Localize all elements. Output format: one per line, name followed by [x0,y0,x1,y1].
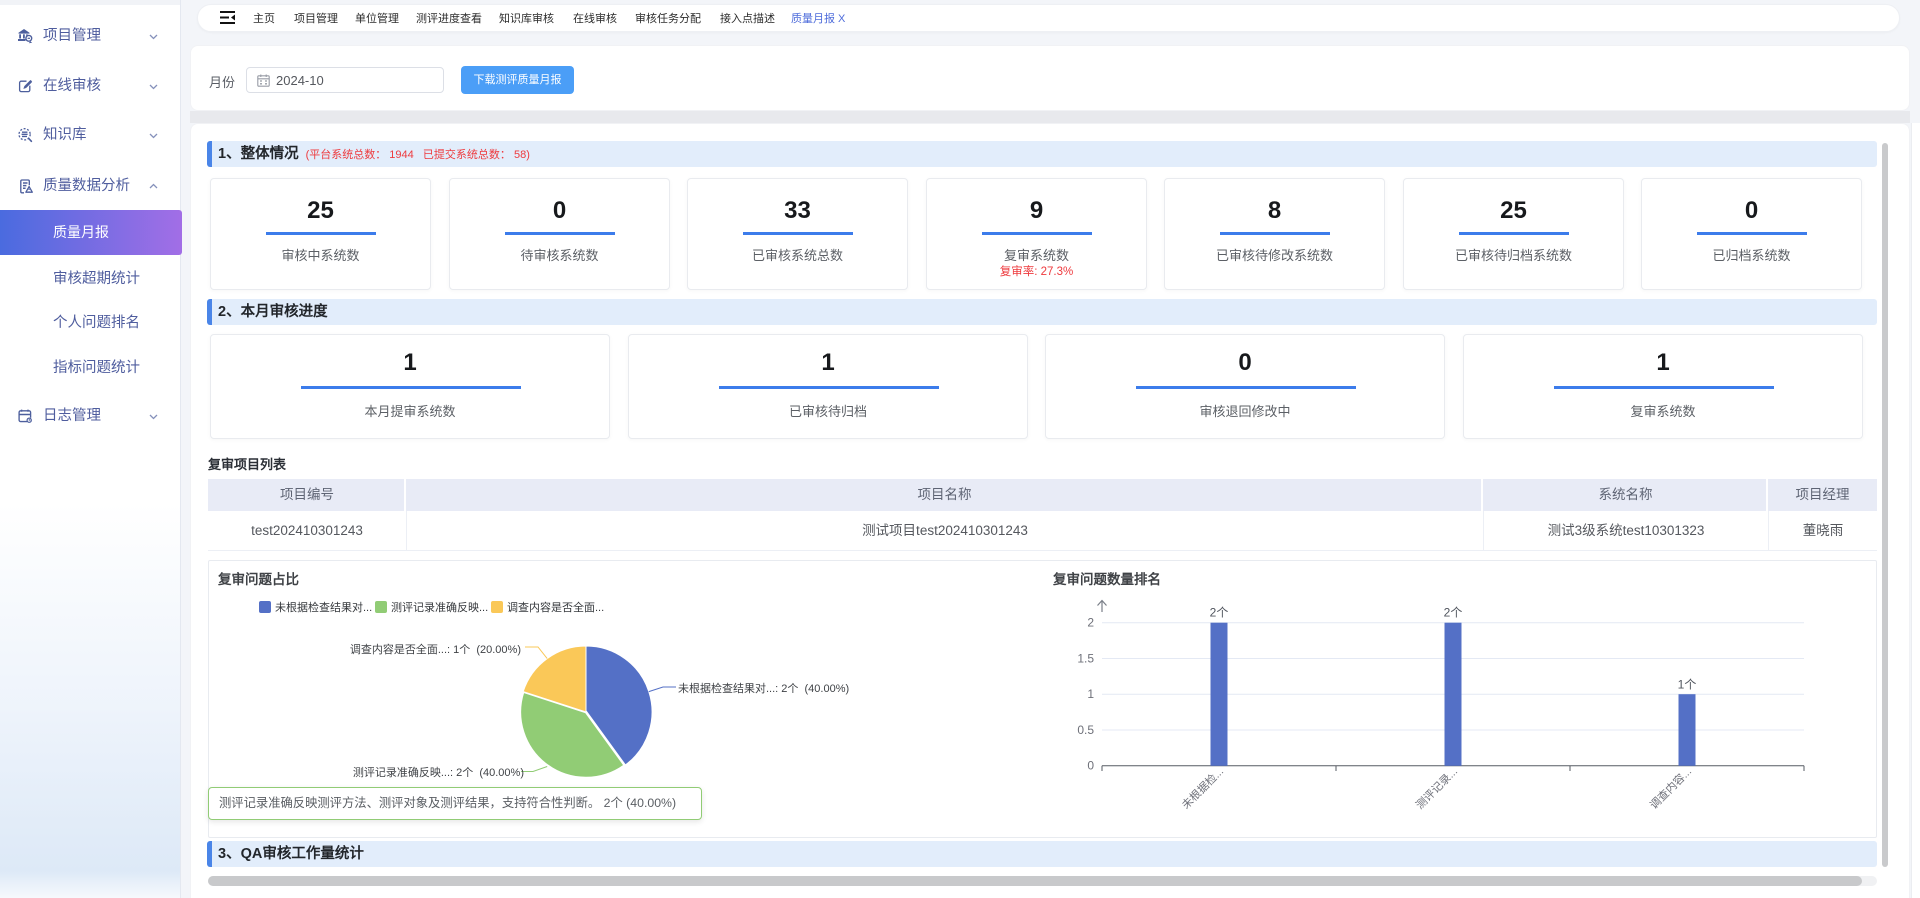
svg-text:1: 1 [1087,687,1094,701]
svg-text:0.5: 0.5 [1077,723,1094,737]
svg-text:2: 2 [1087,616,1094,630]
svg-text:未根据检...: 未根据检... [1179,764,1226,811]
svg-text:1.5: 1.5 [1077,651,1094,665]
svg-text:2个: 2个 [1210,606,1229,620]
svg-text:测评记录...: 测评记录... [1413,765,1460,812]
svg-text:0: 0 [1087,759,1094,773]
svg-text:调查内容...: 调查内容... [1647,764,1694,811]
svg-text:2个: 2个 [1444,606,1463,620]
svg-text:1个: 1个 [1678,678,1697,692]
